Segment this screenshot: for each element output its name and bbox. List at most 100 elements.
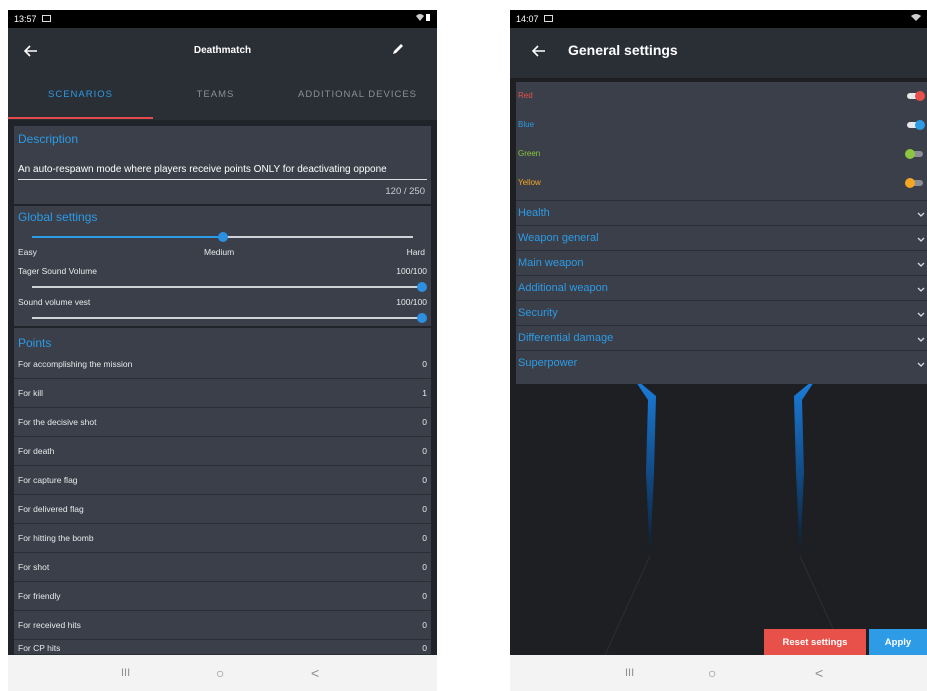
system-nav-bar: III ○ < [510, 655, 927, 691]
color-row-red: Red [516, 82, 927, 111]
section-main-weapon[interactable]: Main weapon [516, 250, 927, 275]
points-row-value: 0 [422, 417, 427, 427]
points-row-value: 0 [422, 591, 427, 601]
color-row-yellow: Yellow [516, 169, 927, 198]
tab-additional-devices[interactable]: ADDITIONAL DEVICES [278, 78, 437, 120]
points-row[interactable]: For delivered flag 0 [14, 495, 431, 524]
active-tab-indicator [8, 117, 153, 119]
section-label: Additional weapon [518, 282, 608, 294]
points-row[interactable]: For CP hits 0 [14, 640, 431, 655]
tager-sound-slider-track [32, 286, 421, 288]
points-row-label: For hitting the bomb [18, 533, 94, 543]
points-title: Points [18, 336, 52, 350]
section-label: Main weapon [518, 257, 584, 269]
points-row[interactable]: For death 0 [14, 437, 431, 466]
recent-apps-button[interactable]: III [625, 663, 634, 683]
section-superpower[interactable]: Superpower [516, 350, 927, 375]
edit-pencil-icon[interactable] [391, 42, 405, 61]
points-row-value: 0 [422, 359, 427, 369]
vest-sound-value: 100/100 [396, 297, 427, 307]
general-settings-panel: Red Blue Green Yellow Health Weapon gene… [516, 82, 927, 384]
points-row-label: For kill [18, 388, 44, 398]
difficulty-min-label: Easy [18, 247, 37, 257]
color-label: Green [518, 149, 541, 158]
points-row-label: For capture flag [18, 475, 78, 485]
points-row-value: 0 [422, 475, 427, 485]
description-title: Description [18, 132, 79, 146]
vest-sound-slider-thumb[interactable] [417, 313, 427, 323]
green-toggle[interactable] [905, 149, 925, 159]
chevron-down-icon [917, 206, 925, 224]
points-row-label: For accomplishing the mission [18, 359, 133, 369]
points-row-label: For the decisive shot [18, 417, 97, 427]
description-counter: 120 / 250 [385, 186, 425, 197]
points-row[interactable]: For shot 0 [14, 553, 431, 582]
red-toggle[interactable] [905, 91, 925, 101]
points-row-label: For delivered flag [18, 504, 84, 514]
app-bar: Deathmatch [8, 28, 437, 78]
nav-back-button[interactable]: < [815, 663, 823, 683]
points-row-label: For received hits [18, 620, 81, 630]
color-row-green: Green [516, 140, 927, 169]
chevron-down-icon [917, 306, 925, 324]
color-label: Red [518, 91, 533, 100]
section-label: Security [518, 307, 558, 319]
tab-teams[interactable]: TEAMS [153, 78, 278, 120]
points-row[interactable]: For friendly 0 [14, 582, 431, 611]
recent-apps-button[interactable]: III [121, 663, 130, 683]
tager-sound-label: Tager Sound Volume [18, 266, 97, 276]
points-row-value: 0 [422, 504, 427, 514]
home-button[interactable]: ○ [216, 663, 224, 683]
tager-sound-value: 100/100 [396, 266, 427, 276]
section-label: Differential damage [518, 332, 614, 344]
points-row[interactable]: For kill 1 [14, 379, 431, 408]
general-settings-screen: 14:07 General settings Red Blue Green Ye… [510, 10, 927, 691]
yellow-toggle[interactable] [905, 178, 925, 188]
home-button[interactable]: ○ [708, 663, 716, 683]
difficulty-slider-fill [32, 236, 222, 238]
vest-sound-label: Sound volume vest [18, 297, 91, 307]
points-row-label: For CP hits [18, 643, 61, 653]
difficulty-slider-thumb[interactable] [218, 232, 228, 242]
points-row-value: 0 [422, 620, 427, 630]
vest-sound-slider-track [32, 317, 421, 319]
points-row-label: For friendly [18, 591, 61, 601]
page-title: Deathmatch [193, 45, 252, 56]
gallery-notification-icon [42, 15, 52, 23]
gallery-notification-icon [544, 15, 554, 23]
status-time: 13:57 [14, 14, 37, 24]
chevron-down-icon [917, 356, 925, 374]
wifi-battery-icon [415, 10, 431, 28]
section-security[interactable]: Security [516, 300, 927, 325]
section-label: Weapon general [518, 232, 599, 244]
nav-back-button[interactable]: < [311, 663, 319, 683]
reset-settings-button[interactable]: Reset settings [764, 629, 866, 657]
section-additional-weapon[interactable]: Additional weapon [516, 275, 927, 300]
apply-button[interactable]: Apply [869, 629, 927, 657]
points-row[interactable]: For hitting the bomb 0 [14, 524, 431, 553]
status-time: 14:07 [516, 14, 539, 24]
points-row[interactable]: For received hits 0 [14, 611, 431, 640]
section-health[interactable]: Health [516, 200, 927, 225]
points-row-value: 0 [422, 446, 427, 456]
section-weapon-general[interactable]: Weapon general [516, 225, 927, 250]
page-title: General settings [568, 42, 678, 58]
color-row-blue: Blue [516, 111, 927, 140]
back-arrow-icon[interactable] [531, 40, 546, 64]
points-row-value: 1 [422, 388, 427, 398]
points-row-value: 0 [422, 562, 427, 572]
points-row[interactable]: For accomplishing the mission 0 [14, 350, 431, 379]
difficulty-max-label: Hard [406, 247, 425, 257]
description-input[interactable]: An auto-respawn mode where players recei… [18, 164, 427, 180]
tab-scenarios[interactable]: SCENARIOS [8, 78, 153, 120]
section-differential-damage[interactable]: Differential damage [516, 325, 927, 350]
section-label: Superpower [518, 357, 578, 369]
system-nav-bar: III ○ < [8, 655, 437, 691]
deathmatch-screen: 13:57 Deathmatch SCENARIOS TEAMS ADDITIO… [8, 10, 437, 691]
points-row-label: For shot [18, 562, 50, 572]
tager-sound-slider-thumb[interactable] [417, 282, 427, 292]
global-settings-title: Global settings [18, 210, 98, 224]
points-row[interactable]: For capture flag 0 [14, 466, 431, 495]
points-row[interactable]: For the decisive shot 0 [14, 408, 431, 437]
blue-toggle[interactable] [905, 120, 925, 130]
